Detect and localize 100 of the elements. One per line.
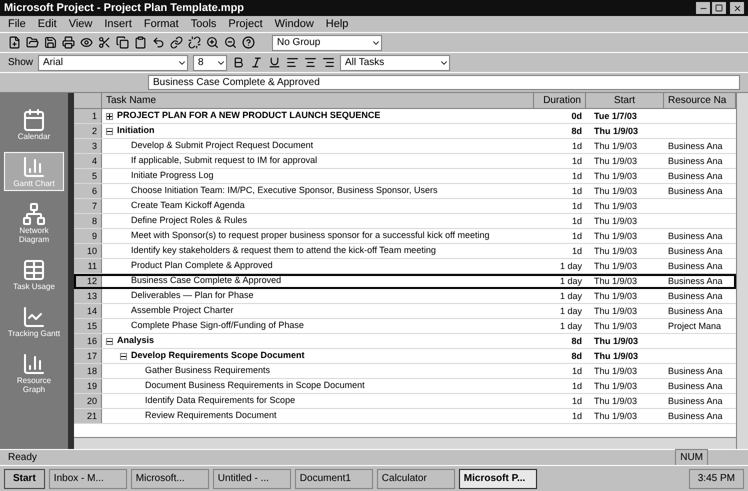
horizontal-scrollbar[interactable] [74, 437, 736, 449]
vertical-scrollbar[interactable] [736, 93, 748, 449]
duration-cell: 1d [572, 366, 582, 376]
menu-item[interactable]: Format [144, 16, 179, 32]
duration-cell: 1d [572, 201, 582, 211]
taskbar-button[interactable]: Calculator [376, 468, 455, 488]
link-icon[interactable] [170, 36, 183, 49]
row-number: 15 [74, 319, 102, 333]
help-icon[interactable] [242, 36, 255, 49]
menu-item[interactable]: View [68, 16, 92, 32]
view-button[interactable]: Calendar [4, 105, 64, 144]
task-name: Deliverables — Plan for Phase [131, 289, 254, 302]
menu-item[interactable]: Edit [38, 16, 57, 32]
minimize-button[interactable] [696, 2, 710, 14]
entry-field[interactable]: Business Case Complete & Approved [148, 75, 740, 90]
start-cell: Thu 1/9/03 [594, 141, 638, 151]
clock: 3:45 PM [688, 468, 744, 488]
duration-cell: 1d [572, 411, 582, 421]
undo-icon[interactable] [152, 36, 165, 49]
clipboard-icon[interactable] [134, 36, 147, 49]
duration-cell: 1 day [560, 276, 582, 286]
collapse-icon[interactable] [120, 352, 127, 360]
column-header[interactable]: Start [586, 93, 664, 108]
duration-cell: 8d [571, 126, 582, 136]
menu-item[interactable]: Help [326, 16, 348, 32]
zoom-in-icon[interactable] [206, 36, 219, 49]
save-icon[interactable] [44, 36, 57, 49]
taskbar-button[interactable]: Document1 [294, 468, 373, 488]
start-cell: Thu 1/9/03 [594, 291, 638, 301]
row-number: 19 [74, 379, 102, 393]
column-header[interactable]: Task Name [102, 93, 534, 108]
line-chart-icon [22, 305, 46, 329]
taskbar-button[interactable]: Microsoft... [130, 468, 209, 488]
task-name: Product Plan Complete & Approved [131, 259, 273, 272]
align-left-icon[interactable] [286, 56, 300, 69]
show-button[interactable]: Show [8, 55, 34, 70]
folder-icon[interactable] [26, 36, 39, 49]
cut-icon[interactable] [98, 36, 111, 49]
duration-cell: 1d [572, 231, 582, 241]
row-number: 8 [74, 214, 102, 228]
resource-cell: Business Ana [668, 396, 723, 406]
font-dropdown[interactable]: Arial [38, 54, 188, 70]
resource-cell: Business Ana [668, 231, 723, 241]
resource-cell: Business Ana [668, 366, 723, 376]
row-number: 9 [74, 229, 102, 243]
task-name: Identify key stakeholders & request them to attend the kick-off Team meeting [131, 244, 436, 258]
task-name: Identify Data Requirements for Scope [145, 394, 296, 408]
start-cell: Thu 1/9/03 [594, 186, 638, 196]
taskbar-button[interactable]: Inbox - M... [48, 468, 127, 488]
view-button[interactable]: Tracking Gantt [4, 302, 64, 341]
view-button[interactable]: Task Usage [4, 255, 64, 294]
view-button[interactable]: Resource Graph [4, 349, 64, 397]
task-name: Gather Business Requirements [145, 364, 270, 378]
eye-icon[interactable] [80, 36, 93, 49]
start-cell: Thu 1/9/03 [594, 261, 638, 271]
expand-icon[interactable] [106, 112, 113, 120]
close-button[interactable] [730, 2, 744, 14]
menu-item[interactable]: Tools [190, 16, 216, 32]
column-header[interactable]: Duration [534, 93, 586, 108]
align-right-icon[interactable] [322, 56, 336, 69]
duration-cell: 1d [572, 186, 582, 196]
view-button[interactable]: Network Diagram [4, 199, 64, 247]
printer-icon[interactable] [62, 36, 75, 49]
group-dropdown[interactable]: No Group [272, 34, 382, 50]
start-cell: Thu 1/9/03 [594, 231, 638, 241]
row-number: 17 [74, 349, 102, 363]
task-name: Meet with Sponsor(s) to request proper business sponsor for a successful kick off meeting [131, 229, 490, 242]
close-icon [732, 4, 742, 12]
task-name: Analysis [117, 334, 154, 348]
collapse-icon[interactable] [106, 128, 113, 134]
menu-item[interactable]: Window [274, 16, 314, 32]
row-number: 7 [74, 199, 102, 213]
copy-icon[interactable] [116, 36, 129, 49]
menu-item[interactable]: Insert [104, 16, 132, 32]
font-size-dropdown[interactable]: 8 [193, 54, 228, 70]
task-name: Assemble Project Charter [131, 304, 234, 318]
bar-chart-icon [22, 155, 46, 179]
duration-cell: 8d [571, 336, 582, 346]
underline-icon[interactable] [268, 56, 282, 69]
table-icon [22, 258, 46, 282]
collapse-icon[interactable] [106, 338, 113, 344]
resource-cell: Project Mana [668, 321, 722, 331]
maximize-button[interactable] [712, 2, 726, 14]
zoom-out-icon[interactable] [224, 36, 237, 49]
resource-cell: Business Ana [668, 246, 723, 256]
bold-icon[interactable] [232, 56, 246, 69]
taskbar-button[interactable]: Microsoft P... [458, 468, 537, 488]
start-cell: Thu 1/9/03 [594, 321, 638, 331]
italic-icon[interactable] [250, 56, 264, 69]
filter-dropdown[interactable]: All Tasks [340, 54, 450, 70]
menu-item[interactable]: File [8, 16, 26, 32]
resource-cell: Business Ana [668, 411, 723, 421]
menu-item[interactable]: Project [228, 16, 263, 32]
task-name: Complete Phase Sign-off/Funding of Phase [131, 319, 304, 332]
new-file-icon[interactable] [8, 36, 21, 49]
align-center-icon[interactable] [304, 56, 318, 69]
taskbar-button[interactable]: Untitled - ... [212, 468, 291, 488]
duration-cell: 1d [572, 216, 582, 226]
unlink-icon[interactable] [188, 36, 201, 49]
start-button[interactable]: Start [4, 468, 45, 488]
